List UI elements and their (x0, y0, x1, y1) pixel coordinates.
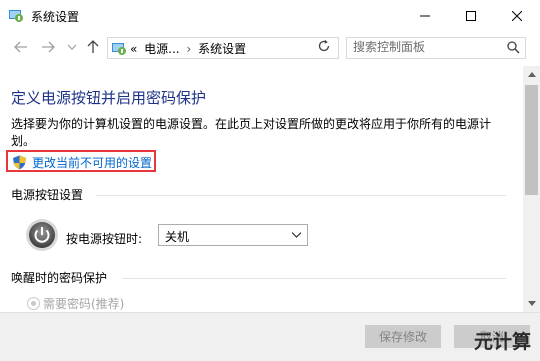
recent-locations-button[interactable] (64, 39, 80, 55)
forward-arrow-icon (42, 41, 55, 53)
change-settings-label: 更改当前不可用的设置 (32, 156, 153, 170)
scroll-up-button[interactable] (523, 66, 540, 83)
main-content: 定义电源按钮并启用密码保护 选择要为你的计算机设置的电源设置。在此页上对设置所做… (0, 66, 523, 312)
minimize-button[interactable] (402, 0, 448, 31)
minimize-icon (420, 15, 430, 16)
save-changes-button[interactable]: 保存修改 (365, 325, 441, 348)
address-bar[interactable]: « 电源... › 系统设置 (107, 37, 411, 59)
title-bar: 系统设置 (0, 0, 540, 32)
chevron-down-icon (68, 44, 76, 50)
control-panel-icon (9, 10, 23, 22)
power-button-action-select[interactable]: 关机 (158, 224, 308, 246)
require-password-label: 需要密码(推荐) (43, 297, 125, 311)
close-button[interactable] (494, 0, 540, 31)
radio-button[interactable] (27, 297, 40, 310)
change-unavailable-settings-link[interactable]: 更改当前不可用的设置 (6, 150, 156, 172)
require-password-option[interactable]: 需要密码(推荐) (27, 295, 124, 312)
refresh-icon[interactable] (317, 39, 331, 53)
breadcrumb: « 电源... › 系统设置 (130, 40, 249, 57)
section-divider (96, 195, 506, 196)
back-button[interactable] (13, 39, 29, 55)
search-icon[interactable] (507, 41, 520, 54)
chevron-up-icon (527, 72, 536, 77)
watermark-text: 元计算 (474, 331, 532, 353)
uac-shield-icon (13, 155, 26, 170)
navigation-bar: « 电源... › 系统设置 (0, 31, 540, 63)
footer-bar: 保存修改 取消 (0, 312, 540, 361)
wake-password-section-title: 唤醒时的密码保护 (11, 271, 108, 285)
breadcrumb-power-options[interactable]: 电源... (144, 42, 179, 56)
breadcrumb-overflow[interactable]: « (130, 42, 137, 56)
back-arrow-icon (14, 41, 27, 53)
vertical-scrollbar[interactable] (523, 66, 540, 312)
power-button-section-title: 电源按钮设置 (11, 188, 84, 202)
maximize-button[interactable] (448, 0, 494, 31)
search-box[interactable] (346, 37, 526, 59)
page-description: 选择要为你的计算机设置的电源设置。在此页上对设置所做的更改将应用于你所有的电源计… (11, 117, 492, 148)
breadcrumb-system-settings[interactable]: 系统设置 (198, 42, 246, 56)
close-icon (512, 10, 522, 21)
maximize-icon (466, 10, 476, 21)
search-input[interactable] (353, 39, 503, 55)
power-button-action-value: 关机 (165, 230, 190, 244)
scroll-down-button[interactable] (523, 295, 540, 312)
chevron-down-icon (527, 301, 536, 306)
section-divider (122, 278, 506, 279)
window-title: 系统设置 (31, 10, 80, 24)
forward-button[interactable] (40, 39, 56, 55)
up-arrow-icon (87, 40, 99, 53)
chevron-down-icon (292, 232, 301, 238)
breadcrumb-separator-icon: › (186, 42, 192, 56)
scrollbar-thumb[interactable] (525, 85, 538, 195)
power-button-action-label: 按电源按钮时: (66, 232, 143, 246)
control-panel-icon (112, 43, 126, 55)
page-title: 定义电源按钮并启用密码保护 (11, 89, 207, 107)
power-button-icon (26, 219, 58, 251)
up-button[interactable] (85, 39, 101, 55)
